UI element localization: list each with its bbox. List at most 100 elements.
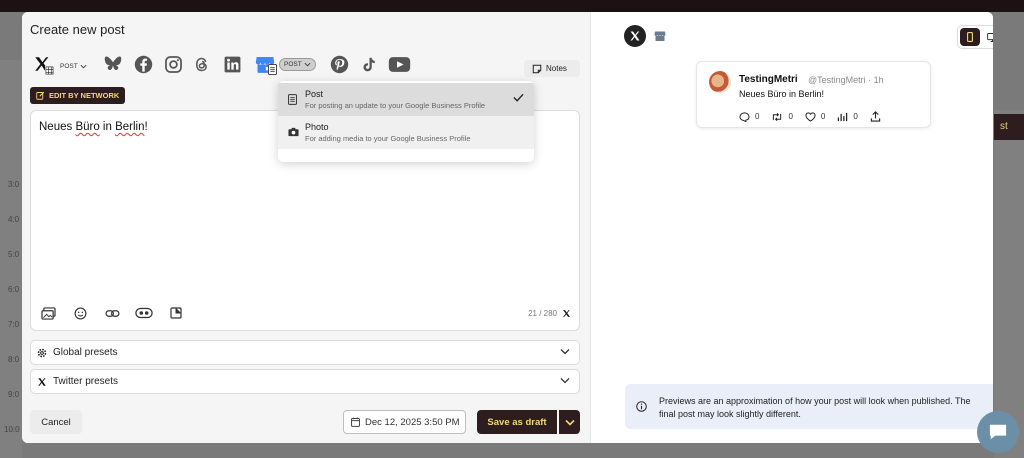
- menu-item-title: Photo: [305, 122, 329, 132]
- share-action: [870, 111, 881, 122]
- x-icon: [630, 31, 640, 41]
- folder-icon[interactable]: [167, 306, 185, 320]
- linkedin-icon[interactable]: [221, 52, 243, 76]
- chevron-down-icon: [560, 349, 570, 355]
- tiktok-icon[interactable]: [357, 52, 379, 76]
- create-post-modal: Create new post POST POST Notes EDIT BY …: [22, 12, 993, 443]
- save-as-draft-button[interactable]: Save as draft: [477, 410, 557, 434]
- preview-panel: TestingMetri @TestingMetri · 1h Neues Bü…: [590, 12, 993, 443]
- gear-icon: [37, 348, 47, 357]
- retweet-action: 0: [771, 112, 793, 122]
- like-action: 0: [805, 111, 826, 122]
- link-icon[interactable]: [103, 306, 121, 320]
- bluesky-icon[interactable]: [102, 52, 124, 76]
- retweet-count: 0: [788, 112, 793, 121]
- twitter-presets-accordion[interactable]: Twitter presets: [30, 369, 580, 394]
- reply-count: 0: [755, 112, 760, 121]
- schedule-date-label: Dec 12, 2025 3:50 PM: [365, 416, 460, 428]
- time-tick: 10:0: [4, 425, 20, 434]
- google-business-profile-icon[interactable]: [252, 52, 278, 76]
- time-tick: 9:0: [8, 390, 20, 399]
- x-post-type-select[interactable]: POST: [56, 60, 91, 73]
- like-count: 0: [820, 112, 826, 121]
- facebook-icon[interactable]: [132, 52, 154, 76]
- info-icon: [636, 401, 647, 412]
- preview-disclaimer-text: Previews are an approximation of how you…: [659, 396, 971, 419]
- modal-title: Create new post: [30, 22, 125, 37]
- tweet-actions: 0 0 0 0: [739, 111, 881, 122]
- post-text[interactable]: Neues Büro in Berlin!: [39, 121, 148, 133]
- notes-label: Notes: [546, 64, 567, 73]
- misspelled-word: Büro: [75, 121, 100, 133]
- character-counter: 21 / 280: [528, 309, 571, 318]
- menu-item-description: For adding media to your Google Business…: [305, 134, 471, 143]
- tweet-preview-card: TestingMetri @TestingMetri · 1h Neues Bü…: [696, 61, 931, 128]
- x-icon[interactable]: [30, 52, 54, 76]
- retweet-icon: [773, 112, 782, 121]
- menu-item-post[interactable]: Post For posting an update to your Googl…: [278, 83, 534, 116]
- text-fragment: Neues: [39, 121, 76, 133]
- edit-by-network-label: EDIT BY NETWORK: [49, 91, 120, 100]
- checkmark-icon: [513, 93, 524, 102]
- x-icon: [563, 310, 570, 317]
- instagram-icon[interactable]: [162, 52, 184, 76]
- global-presets-accordion[interactable]: Global presets: [30, 340, 580, 365]
- youtube-icon[interactable]: [386, 52, 412, 76]
- save-options-button[interactable]: [559, 410, 580, 434]
- avatar: [709, 71, 731, 93]
- background-right-panel: st: [994, 110, 1024, 458]
- device-toggle: [957, 25, 993, 49]
- desktop-preview-button[interactable]: [982, 28, 993, 46]
- schedule-date-button[interactable]: Dec 12, 2025 3:50 PM: [343, 410, 466, 434]
- note-icon: [532, 64, 542, 73]
- chevron-down-icon: [564, 419, 575, 426]
- pinterest-icon[interactable]: [328, 52, 350, 76]
- camera-icon: [288, 127, 299, 137]
- gif-icon[interactable]: [135, 306, 153, 320]
- character-count: 21 / 280: [528, 309, 557, 318]
- chat-icon: [989, 424, 1007, 440]
- time-tick: 6:0: [8, 285, 20, 294]
- chevron-down-icon: [560, 378, 570, 384]
- document-icon: [288, 94, 297, 105]
- calendar-time-column: 3:0 4:0 5:0 6:0 7:0 8:0 9:0 10:0: [0, 60, 22, 458]
- time-tick: 4:0: [8, 215, 20, 224]
- editor-toolbar: [39, 306, 185, 320]
- gbp-post-type-select[interactable]: POST: [279, 58, 316, 71]
- edit-by-network-button[interactable]: EDIT BY NETWORK: [30, 87, 126, 104]
- menu-item-description: For posting an update to your Google Bus…: [305, 101, 486, 110]
- time-tick: 8:0: [8, 355, 20, 364]
- x-icon: [38, 377, 46, 386]
- reply-icon: [739, 111, 750, 122]
- twitter-presets-label: Twitter presets: [53, 376, 119, 387]
- cancel-button[interactable]: Cancel: [30, 410, 82, 434]
- misspelled-word: Berlin: [115, 121, 145, 133]
- preview-network-gbp[interactable]: [654, 29, 666, 47]
- calendar-icon: [351, 417, 360, 427]
- chat-support-button[interactable]: [977, 411, 1019, 453]
- phone-icon: [967, 32, 973, 42]
- share-icon: [870, 111, 880, 122]
- network-selector: POST POST: [30, 52, 582, 78]
- threads-icon[interactable]: [191, 52, 213, 76]
- reply-action: 0: [739, 111, 760, 122]
- chevron-down-icon: [80, 64, 87, 69]
- media-library-icon[interactable]: [39, 306, 57, 320]
- time-tick: 5:0: [8, 250, 20, 259]
- background-create-button: st: [994, 114, 1024, 140]
- gbp-post-type-label: POST: [284, 61, 302, 68]
- composer-panel: Create new post POST POST Notes EDIT BY …: [22, 12, 590, 443]
- menu-item-photo[interactable]: Photo For adding media to your Google Bu…: [278, 116, 534, 149]
- preview-network-x[interactable]: [624, 25, 646, 47]
- chevron-down-icon: [304, 62, 311, 67]
- views-action: 0: [837, 112, 858, 122]
- x-post-type-label: POST: [60, 63, 78, 70]
- time-tick: 3:0: [8, 180, 20, 189]
- mobile-preview-button[interactable]: [960, 28, 980, 46]
- emoji-icon[interactable]: [71, 306, 89, 320]
- account-name: TestingMetri: [739, 74, 798, 85]
- heart-icon: [805, 111, 816, 122]
- notes-button[interactable]: Notes: [524, 60, 580, 77]
- text-fragment: in: [99, 121, 116, 133]
- analytics-icon: [838, 112, 848, 121]
